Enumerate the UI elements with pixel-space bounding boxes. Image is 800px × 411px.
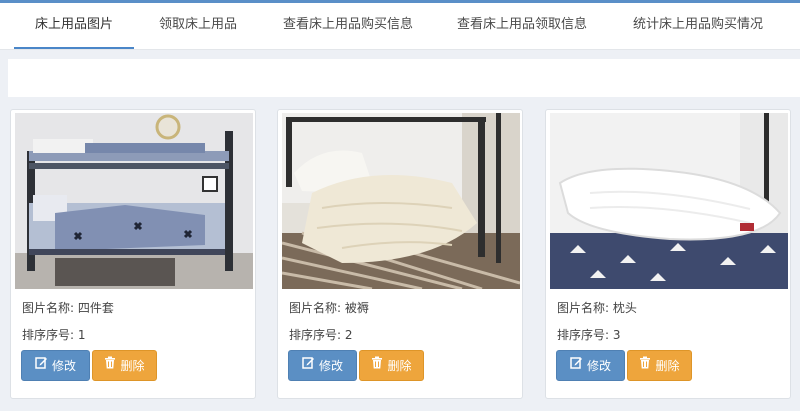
trash-icon — [371, 350, 383, 381]
picture-card: 图片名称: 枕头 排序序号: 3 修改 删除 — [545, 109, 791, 399]
picture-card: 图片名称: 被褥 排序序号: 2 修改 删除 — [277, 109, 523, 399]
sort-order-value: 2 — [344, 328, 353, 342]
picture-name-value: 被褥 — [344, 301, 369, 315]
delete-button[interactable]: 删除 — [92, 350, 157, 381]
edit-button-label: 修改 — [51, 359, 76, 373]
edit-icon — [302, 350, 315, 381]
sort-order: 排序序号: 2 — [289, 326, 353, 343]
picture-name-label: 图片名称: — [22, 301, 75, 315]
delete-button-label: 删除 — [120, 359, 145, 373]
edit-icon — [35, 350, 48, 381]
bedding-photo-quilt — [282, 113, 520, 289]
picture-name-value: 四件套 — [77, 301, 114, 315]
bedding-photo-four-piece-set — [15, 113, 253, 289]
trash-icon — [639, 350, 651, 381]
picture-name: 图片名称: 四件套 — [22, 299, 114, 316]
tab-bar: 床上用品图片 领取床上用品 查看床上用品购买信息 查看床上用品领取信息 统计床上… — [0, 3, 800, 50]
sort-order-label: 排序序号: — [22, 328, 75, 342]
picture-name-label: 图片名称: — [289, 301, 342, 315]
tab-view-collection-info[interactable]: 查看床上用品领取信息 — [442, 3, 602, 49]
edit-button[interactable]: 修改 — [21, 350, 90, 381]
edit-icon — [570, 350, 583, 381]
picture-name-value: 枕头 — [612, 301, 637, 315]
delete-button[interactable]: 删除 — [627, 350, 692, 381]
picture-name-label: 图片名称: — [557, 301, 610, 315]
sort-order-label: 排序序号: — [557, 328, 610, 342]
picture-card: 图片名称: 四件套 排序序号: 1 修改 删除 — [10, 109, 256, 399]
sort-order-value: 3 — [612, 328, 621, 342]
sort-order: 排序序号: 3 — [557, 326, 621, 343]
edit-button[interactable]: 修改 — [288, 350, 357, 381]
delete-button[interactable]: 删除 — [359, 350, 424, 381]
sort-order: 排序序号: 1 — [22, 326, 86, 343]
sort-order-value: 1 — [77, 328, 86, 342]
edit-button[interactable]: 修改 — [556, 350, 625, 381]
trash-icon — [104, 350, 116, 381]
sort-order-label: 排序序号: — [289, 328, 342, 342]
tab-collect-bedding[interactable]: 领取床上用品 — [140, 3, 256, 49]
delete-button-label: 删除 — [655, 359, 680, 373]
delete-button-label: 删除 — [387, 359, 412, 373]
picture-name: 图片名称: 被褥 — [289, 299, 369, 316]
bedding-photo-pillow — [550, 113, 788, 289]
tab-bedding-pictures[interactable]: 床上用品图片 — [14, 3, 134, 49]
tab-view-purchase-info[interactable]: 查看床上用品购买信息 — [268, 3, 428, 49]
tab-purchase-statistics[interactable]: 统计床上用品购买情况 — [618, 3, 778, 49]
edit-button-label: 修改 — [586, 359, 611, 373]
edit-button-label: 修改 — [318, 359, 343, 373]
picture-name: 图片名称: 枕头 — [557, 299, 637, 316]
filter-bar — [8, 59, 800, 97]
